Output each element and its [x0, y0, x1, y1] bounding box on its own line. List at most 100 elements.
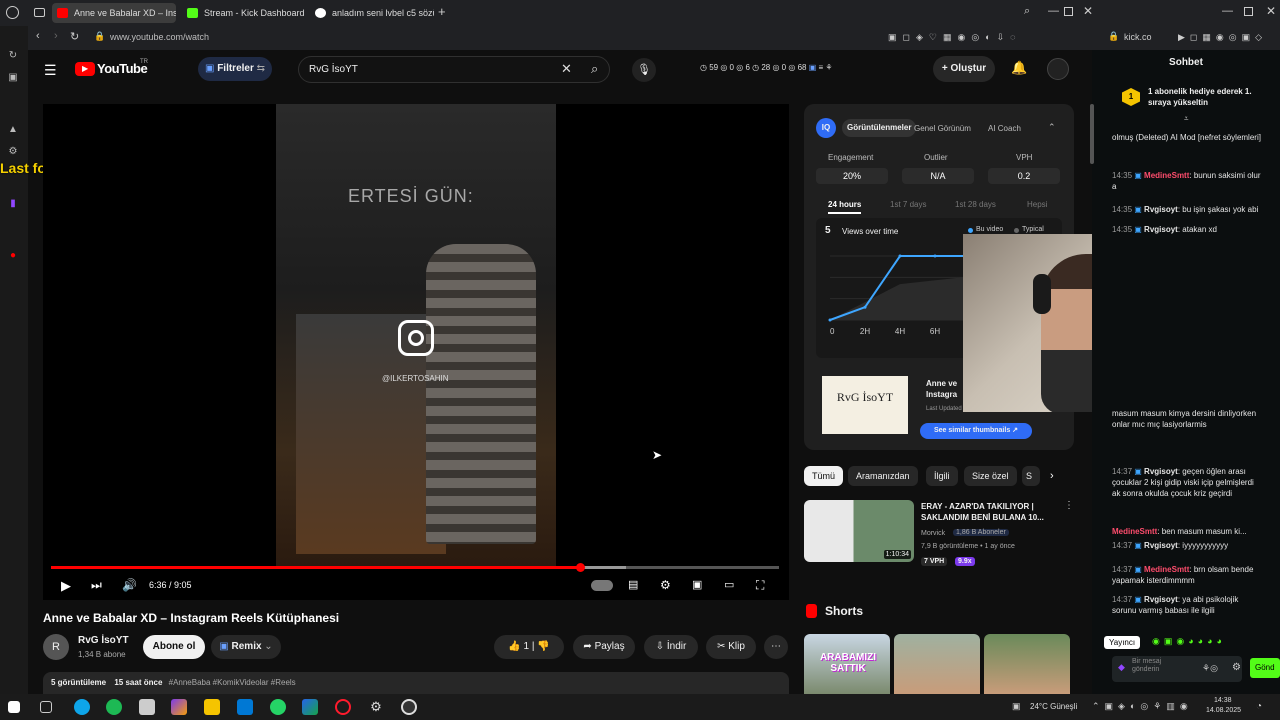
chat-username[interactable]: Rvgisoyt: [1144, 225, 1178, 234]
channel-avatar[interactable]: R: [43, 634, 69, 660]
tab-google[interactable]: anladım seni lvbel c5 sözü: [310, 3, 434, 23]
avatar[interactable]: [1047, 58, 1069, 80]
minimize-icon[interactable]: —: [1048, 5, 1059, 17]
short-item-1[interactable]: ARABAMIZI SATTIK: [804, 634, 890, 694]
rec-channel[interactable]: Morvick: [921, 530, 945, 537]
views-over-time-label[interactable]: Views over time: [842, 227, 898, 236]
description-box[interactable]: 5 görüntüleme 15 saat önce #AnneBaba #Ko…: [43, 672, 789, 694]
close-icon[interactable]: ✕: [1083, 4, 1093, 18]
forward-icon[interactable]: ›: [54, 30, 58, 42]
second-window-minimize-icon[interactable]: —: [1222, 5, 1233, 17]
banner-collapse-icon[interactable]: ⩡: [1184, 114, 1189, 124]
second-window-maximize-icon[interactable]: [1244, 7, 1253, 16]
whatsapp-icon[interactable]: [270, 699, 286, 715]
calculator-icon[interactable]: [139, 699, 155, 715]
next-button[interactable]: ⏭: [91, 578, 102, 593]
emote-row-icons[interactable]: ◉▣◉◕◕◕◕: [1152, 636, 1226, 647]
pinned-gift-banner[interactable]: 1 1 abonelik hediye ederek 1. sıraya yük…: [1100, 80, 1272, 123]
notifications-bell-icon[interactable]: 🔔: [1011, 60, 1027, 76]
clock-date[interactable]: 14.08.2025: [1206, 707, 1241, 714]
tray-icons[interactable]: ⌃▣◈◐◎⚘▥◉: [1092, 701, 1193, 712]
sidebar-aria-icon[interactable]: ▲: [7, 124, 19, 136]
short-item-3[interactable]: [984, 634, 1070, 694]
sidebar-twitch-icon[interactable]: ▮: [7, 198, 19, 210]
edge-icon[interactable]: [74, 699, 90, 715]
search-icon[interactable]: ⌕: [591, 61, 598, 77]
download-button[interactable]: ⇩ İndir: [644, 635, 698, 659]
range-24h[interactable]: 24 hours: [828, 200, 862, 214]
fullscreen-icon[interactable]: ⛶: [756, 578, 764, 593]
copilot-icon[interactable]: [171, 699, 187, 715]
chat-username[interactable]: Rvgisoyt: [1144, 541, 1178, 550]
rec-video-item[interactable]: 1:10:34 ERAY - AZAR'DA TAKILIYOR | SAKLA…: [804, 500, 1074, 566]
like-button[interactable]: 👍 1 | 👎: [494, 635, 564, 659]
range-7d[interactable]: 1st 7 days: [890, 200, 926, 209]
maximize-icon[interactable]: [1064, 7, 1073, 16]
obs-icon[interactable]: [401, 699, 417, 715]
chat-username[interactable]: MedineSmtt: [1144, 171, 1189, 180]
page-scrollbar[interactable]: [1090, 104, 1094, 164]
rec-thumbnail[interactable]: 1:10:34: [804, 500, 914, 562]
chips-next-icon[interactable]: ›: [1050, 470, 1054, 482]
chip-more[interactable]: S: [1022, 466, 1040, 486]
channel-name[interactable]: RvG İsoYT: [78, 635, 129, 646]
progress-scrubber[interactable]: [576, 563, 586, 572]
windows-start-icon[interactable]: [8, 701, 20, 713]
chat-username[interactable]: MedineSmtt: [1144, 565, 1189, 574]
chat-input[interactable]: ◆ Bir mesaj gönderin ⚘◎: [1112, 656, 1242, 682]
clear-search-icon[interactable]: ✕: [561, 61, 572, 77]
send-button[interactable]: Gönd: [1250, 658, 1280, 678]
dislike-icon[interactable]: | 👎: [529, 641, 550, 652]
outlook-icon[interactable]: [237, 699, 253, 715]
spotify-icon[interactable]: [106, 699, 122, 715]
filters-button[interactable]: ▣ Filtreler ⇆: [198, 57, 272, 81]
clock-time[interactable]: 14:38: [1214, 697, 1232, 704]
miniplayer-icon[interactable]: ▣: [692, 578, 702, 591]
theater-mode-icon[interactable]: ▭: [724, 578, 734, 591]
thumbnail-preview[interactable]: RvG İsoYT: [822, 376, 908, 434]
chat-settings-icon[interactable]: ⚙: [1232, 662, 1241, 673]
progress-track[interactable]: [51, 563, 779, 572]
remix-button[interactable]: ▣ Remix ⌄: [211, 635, 281, 659]
subscribe-button[interactable]: Abone ol: [143, 635, 205, 659]
rec-menu-icon[interactable]: ⋮: [1064, 500, 1074, 511]
kick-url[interactable]: kick.co: [1124, 32, 1152, 42]
clip-button[interactable]: ✂ Klip: [706, 635, 756, 659]
new-tab-icon[interactable]: +: [438, 4, 446, 19]
url-field[interactable]: www.youtube.com/watch: [110, 32, 209, 42]
voice-search-icon[interactable]: 🎙: [632, 58, 656, 82]
vidiq-tool-icon[interactable]: ⚘: [825, 63, 832, 72]
volume-icon[interactable]: 🔊: [122, 578, 137, 592]
tab-youtube[interactable]: Anne ve Babalar XD – Ins: [52, 3, 176, 23]
hashtags[interactable]: #AnneBaba #KomikVideolar #Reels: [169, 678, 296, 687]
chip-from-search[interactable]: Aramanızdan: [848, 466, 918, 486]
hamburger-menu-icon[interactable]: ☰: [44, 62, 57, 79]
sidebar-history-icon[interactable]: ↻: [7, 50, 19, 62]
sidebar-wallet-icon[interactable]: ▣: [7, 72, 19, 84]
subtitles-icon[interactable]: ▤: [628, 578, 638, 591]
notification-center-icon[interactable]: ◔: [1256, 701, 1262, 712]
more-actions-button[interactable]: ⋯: [764, 635, 788, 659]
video-player[interactable]: ERTESİ GÜN: @ILKERTOSAHIN ▶ ⏭ 🔊 6:36 / 9…: [43, 104, 789, 600]
task-view-icon[interactable]: [40, 701, 52, 713]
office-icon[interactable]: [302, 699, 318, 715]
kick-extension-icons[interactable]: ▶◻▦◉◎▣◇: [1178, 32, 1267, 43]
tab-list-icon[interactable]: [34, 8, 45, 17]
extensions-icons[interactable]: ▣◻◈♡▦◉◎◐⇩◌: [888, 32, 1022, 43]
range-28d[interactable]: 1st 28 days: [955, 200, 996, 209]
system-tray-icons[interactable]: ▣: [1012, 701, 1021, 712]
opera-icon[interactable]: [335, 699, 351, 715]
chip-for-you[interactable]: Size özel: [964, 466, 1017, 486]
create-button[interactable]: + Oluştur: [933, 56, 995, 82]
share-button[interactable]: ➦ Paylaş: [573, 635, 635, 659]
search-tabs-icon[interactable]: ⌕: [1024, 5, 1030, 18]
weather[interactable]: 24°C Güneşli: [1030, 702, 1077, 711]
sidebar-youtube-icon[interactable]: ●: [7, 250, 19, 262]
autoplay-toggle[interactable]: [591, 580, 613, 591]
collapse-chevron-icon[interactable]: ⌃: [1048, 122, 1056, 133]
file-explorer-icon[interactable]: [204, 699, 220, 715]
chip-related[interactable]: İlgili: [926, 466, 958, 486]
second-window-close-icon[interactable]: ✕: [1266, 4, 1276, 18]
similar-thumbnails-button[interactable]: See similar thumbnails ↗: [920, 423, 1032, 439]
search-box[interactable]: RvG İsoYT ✕ ⌕: [298, 56, 610, 83]
